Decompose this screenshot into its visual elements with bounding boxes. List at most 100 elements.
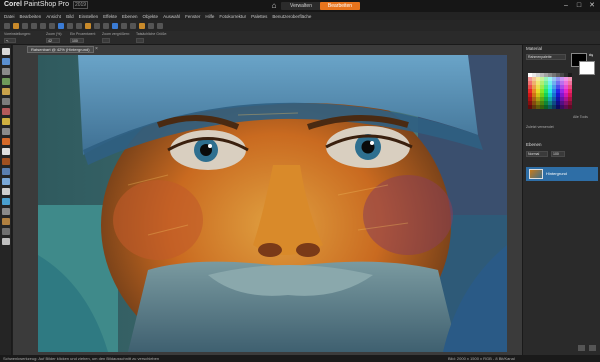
menu-workspace[interactable]: Benutzeroberfläche (272, 14, 311, 19)
color-swatch[interactable] (568, 105, 572, 109)
status-bar: Schwenkwerkzeug: Auf Bilder klicken und … (0, 355, 600, 362)
script-icon[interactable] (148, 22, 154, 29)
close-document-icon[interactable]: × (95, 46, 98, 52)
pen-icon[interactable] (2, 208, 10, 215)
document-tab[interactable]: Ratsenbart @ 42% (Hintergrund) (27, 46, 94, 53)
warp-icon[interactable] (2, 218, 10, 225)
all-tools-label: Alle Tools (573, 115, 588, 119)
mesh-icon[interactable] (2, 228, 10, 235)
redo-icon[interactable] (49, 22, 55, 29)
option-label-actual-size: Tatsächliche Größe: (136, 32, 168, 36)
main-toolbar (0, 20, 600, 31)
save-icon[interactable] (22, 22, 28, 29)
material-panel-title: Material (526, 46, 543, 51)
status-message: Schwenkwerkzeug: Auf Bilder klicken und … (3, 356, 160, 361)
smudge-icon[interactable] (2, 168, 10, 175)
menu-objects[interactable]: Objekte (143, 14, 159, 19)
portrait-image (38, 55, 507, 352)
menu-selection[interactable]: Auswahl (163, 14, 180, 19)
red-eye-icon[interactable] (2, 108, 10, 115)
home-icon[interactable]: ⌂ (269, 1, 279, 10)
clone-icon[interactable] (2, 128, 10, 135)
tools-palette (0, 45, 12, 355)
brand-version: 2019 (72, 1, 89, 9)
shape-icon[interactable] (2, 198, 10, 205)
brand-product: PaintShop Pro (23, 1, 70, 8)
straighten-icon[interactable] (2, 98, 10, 105)
title-bar: Corel PaintShop Pro 2019 ⌂ Verwalten Bea… (0, 0, 600, 12)
image-canvas[interactable] (38, 55, 507, 352)
menu-window[interactable]: Fenster (185, 14, 200, 19)
brush-icon[interactable] (2, 138, 10, 145)
menu-view[interactable]: Ansicht (46, 14, 61, 19)
text-icon[interactable] (2, 188, 10, 195)
menu-file[interactable]: Datei (4, 14, 15, 19)
blend-mode-dropdown[interactable]: Normal (526, 151, 548, 157)
document-area: Ratsenbart @ 42% (Hintergrund) × (13, 45, 522, 355)
grid-icon[interactable] (121, 22, 127, 29)
print-icon[interactable] (31, 22, 37, 29)
new-file-icon[interactable] (4, 22, 10, 29)
menu-adjust[interactable]: Einstellen (79, 14, 99, 19)
recent-colors-label: Zuletzt verwendet (526, 125, 554, 129)
opacity-input[interactable]: 100 (551, 151, 565, 157)
resize-icon[interactable] (76, 22, 82, 29)
menu-palettes[interactable]: Palettes (251, 14, 267, 19)
percent-input[interactable]: 100 (70, 38, 84, 43)
dropper-icon[interactable] (2, 238, 10, 245)
menu-effects[interactable]: Effekte (103, 14, 117, 19)
minimize-button[interactable]: – (560, 1, 572, 11)
crop-icon[interactable] (67, 22, 73, 29)
menu-bar: Datei Bearbeiten Ansicht Bild Einstellen… (0, 12, 600, 20)
menu-help[interactable]: Hilfe (205, 14, 214, 19)
palette-dropdown[interactable]: Rahmenpalette (526, 54, 566, 60)
option-label-zoom-in: Zoom vergrößern: (102, 32, 131, 36)
image-info: Bild: 2000 x 1500 x RGB - 8 Bit/Kanal (448, 356, 515, 361)
open-file-icon[interactable] (13, 22, 19, 29)
zoom-input[interactable]: 42 (46, 38, 60, 43)
layer-row-background[interactable]: Hintergrund (526, 167, 598, 181)
maximize-button[interactable]: □ (573, 1, 585, 11)
color-swatch-grid[interactable] (528, 73, 572, 111)
lighten-icon[interactable] (2, 158, 10, 165)
brand-corel: Corel (4, 1, 22, 8)
option-label-percent: Ein Prozentwert: (70, 32, 96, 36)
presets-dropdown[interactable]: ↖ (4, 38, 16, 43)
add-layer-icon[interactable] (578, 345, 585, 351)
menu-photo-fix[interactable]: Fotokorrektur (219, 14, 246, 19)
fill-icon[interactable] (2, 178, 10, 185)
star-icon[interactable] (139, 22, 145, 29)
tab-manage[interactable]: Verwalten (281, 2, 321, 10)
layer-thumbnail (529, 169, 543, 179)
zoom-in-button[interactable] (102, 38, 110, 43)
rotate-icon[interactable] (94, 22, 100, 29)
eraser-icon[interactable] (2, 148, 10, 155)
menu-edit[interactable]: Bearbeiten (20, 14, 42, 19)
color-icon[interactable] (85, 22, 91, 29)
layer-name: Hintergrund (546, 171, 567, 176)
menu-layers[interactable]: Ebenen (122, 14, 138, 19)
layer-icon[interactable] (112, 22, 118, 29)
ruler-icon[interactable] (130, 22, 136, 29)
flip-icon[interactable] (103, 22, 109, 29)
tool-options-bar: Voreinstellungen: Zoom (%): Ein Prozentw… (0, 31, 600, 45)
app-brand: Corel PaintShop Pro 2019 (4, 1, 89, 9)
zoom-icon[interactable] (2, 58, 10, 65)
settings-icon[interactable] (157, 22, 163, 29)
crop-tool-icon[interactable] (2, 88, 10, 95)
actual-size-button[interactable] (136, 38, 144, 43)
makeover-icon[interactable] (2, 118, 10, 125)
pick-icon[interactable] (2, 68, 10, 75)
menu-image[interactable]: Bild (66, 14, 74, 19)
background-color-swatch[interactable] (579, 61, 595, 75)
pan-icon[interactable] (2, 48, 10, 55)
selection-icon[interactable] (2, 78, 10, 85)
option-label-zoom: Zoom (%): (46, 32, 63, 36)
close-button[interactable]: ✕ (586, 1, 598, 11)
undo-icon[interactable] (40, 22, 46, 29)
tab-edit[interactable]: Bearbeiten (320, 2, 360, 10)
option-label-presets: Voreinstellungen: (4, 32, 31, 36)
delete-layer-icon[interactable] (589, 345, 596, 351)
quick-fix-icon[interactable] (58, 22, 64, 29)
swap-colors-icon[interactable]: ⇆ (589, 53, 593, 59)
